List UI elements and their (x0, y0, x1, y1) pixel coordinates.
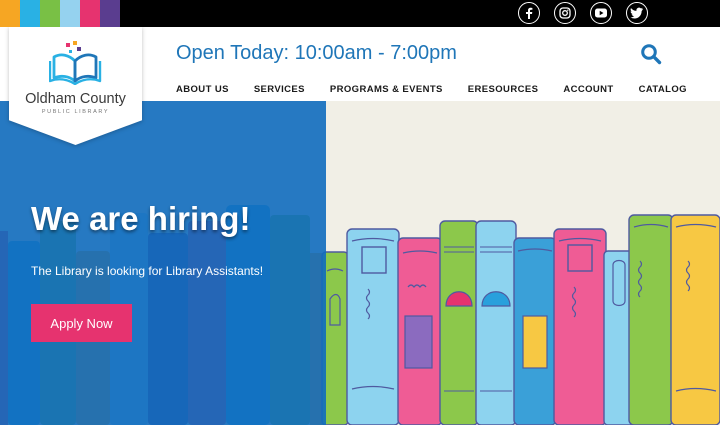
instagram-icon (559, 7, 571, 19)
hero-title: We are hiring! (31, 200, 251, 237)
facebook-icon (526, 7, 533, 19)
hero-subtitle: The Library is looking for Library Assis… (31, 264, 264, 278)
color-strip-block (0, 0, 20, 27)
apply-now-button[interactable]: Apply Now (31, 304, 132, 342)
nav-eresources[interactable]: ERESOURCES (468, 84, 539, 95)
facebook-link[interactable] (518, 2, 540, 24)
opening-hours: Open Today: 10:00am - 7:00pm (176, 42, 457, 64)
search-button[interactable] (640, 43, 662, 65)
color-strip-block (60, 0, 80, 27)
youtube-icon (595, 8, 607, 18)
color-strip-block (40, 0, 60, 27)
nav-programs-events[interactable]: PROGRAMS & EVENTS (330, 84, 443, 95)
youtube-link[interactable] (590, 2, 612, 24)
library-name: Oldham County (25, 91, 126, 107)
color-strip-block (80, 0, 100, 27)
open-book-icon (49, 41, 102, 85)
twitter-icon (630, 7, 643, 19)
twitter-link[interactable] (626, 2, 648, 24)
instagram-link[interactable] (554, 2, 576, 24)
nav-services[interactable]: SERVICES (254, 84, 305, 95)
nav-about-us[interactable]: ABOUT US (176, 84, 229, 95)
social-links (518, 2, 648, 24)
search-icon (641, 44, 662, 65)
brand-color-strip (0, 0, 120, 27)
hero-overlay (0, 101, 326, 425)
library-logo[interactable]: Oldham County PUBLIC LIBRARY (9, 27, 142, 145)
color-strip-block (20, 0, 40, 27)
main-nav: ABOUT US SERVICES PROGRAMS & EVENTS ERES… (176, 84, 687, 95)
color-strip-block (100, 0, 120, 27)
nav-account[interactable]: ACCOUNT (563, 84, 613, 95)
nav-catalog[interactable]: CATALOG (639, 84, 687, 95)
hero-banner: We are hiring! The Library is looking fo… (0, 101, 720, 425)
library-subtitle: PUBLIC LIBRARY (41, 109, 110, 115)
